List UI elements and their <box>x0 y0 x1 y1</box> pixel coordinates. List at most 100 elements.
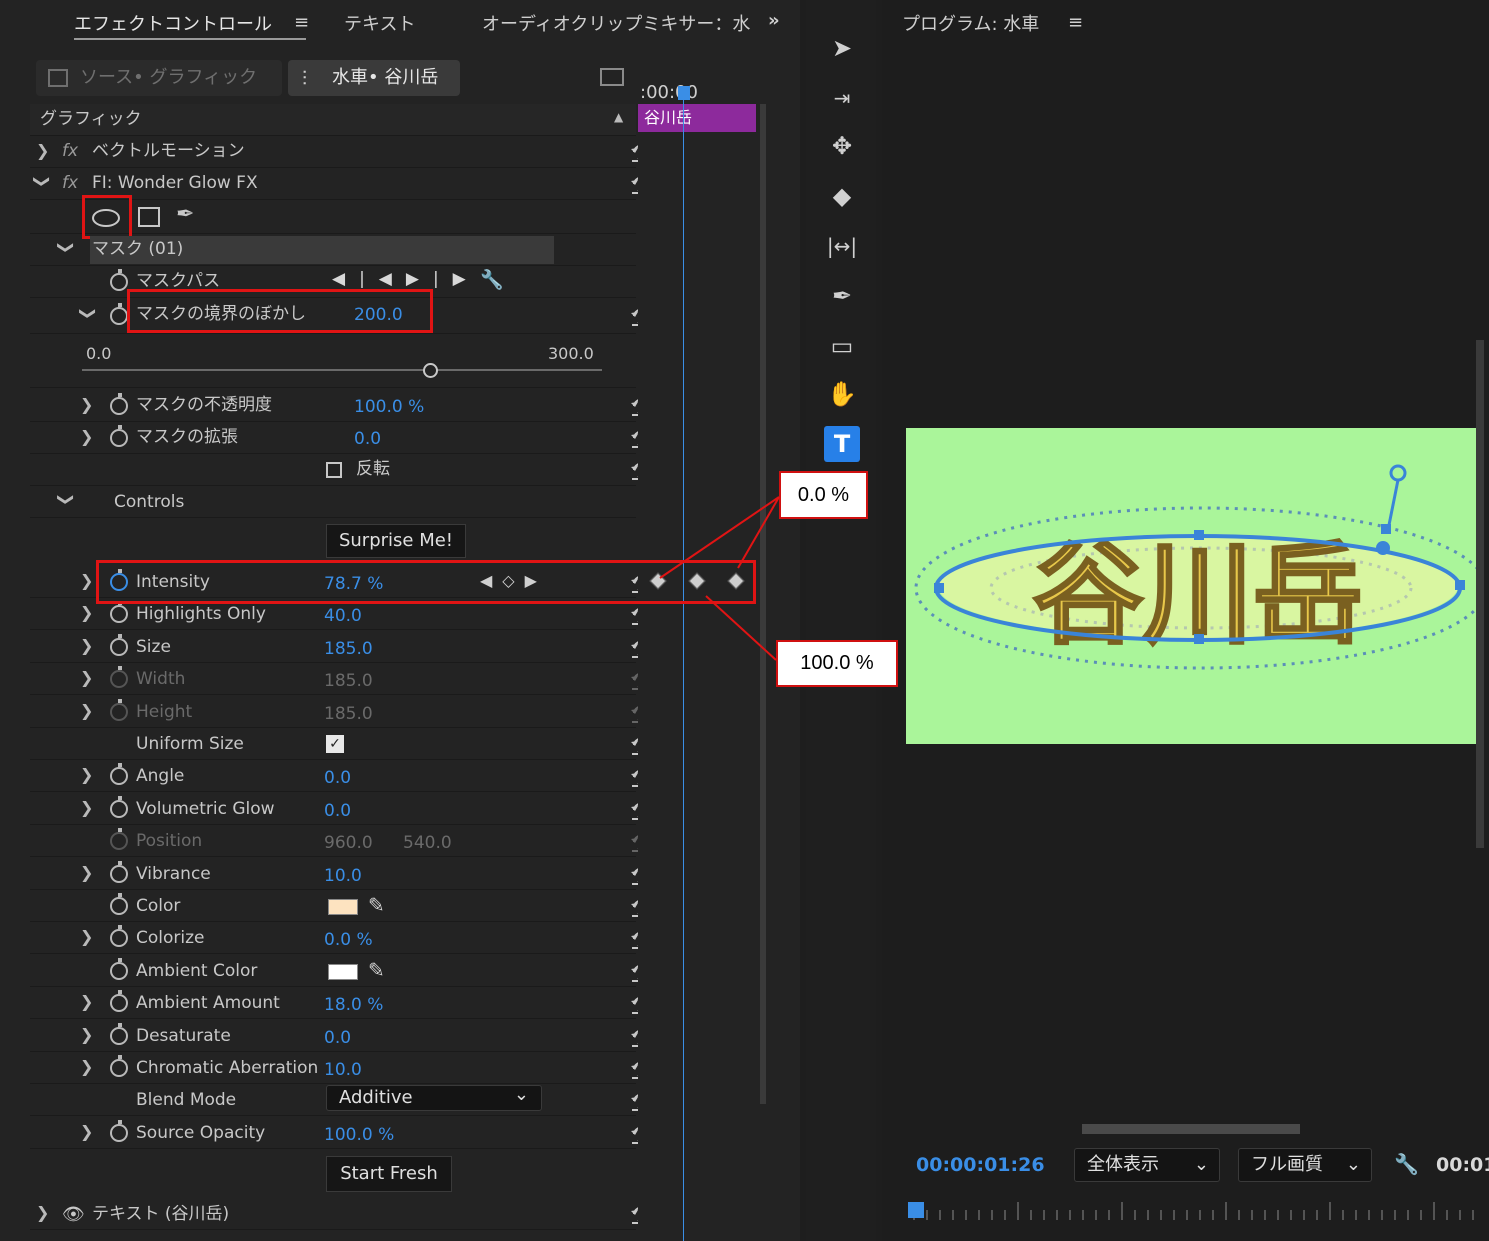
stopwatch-icon[interactable] <box>110 1055 128 1077</box>
param-value[interactable]: 10.0 <box>324 866 362 886</box>
chevron-down-icon[interactable]: ❯ <box>57 493 76 506</box>
chevron-right-icon[interactable]: ❯ <box>80 395 93 414</box>
stopwatch-icon[interactable] <box>110 828 128 850</box>
chevron-right-icon[interactable]: ❯ <box>36 1203 49 1222</box>
source-graphic-button[interactable]: ソース• グラフィック <box>36 60 282 96</box>
chevron-right-icon[interactable]: ❯ <box>80 668 93 687</box>
uniform-size-checkbox[interactable]: ✓ <box>326 735 344 753</box>
stopwatch-icon[interactable] <box>110 425 128 447</box>
mask-name[interactable]: マスク (01) <box>92 239 183 259</box>
chevron-down-icon[interactable]: ❯ <box>79 307 98 320</box>
chevron-right-icon[interactable]: ❯ <box>36 141 49 160</box>
eye-icon[interactable]: 👁 <box>62 1204 85 1225</box>
stopwatch-icon[interactable] <box>110 763 128 785</box>
chevron-right-icon[interactable]: ❯ <box>80 927 93 946</box>
param-value[interactable]: 40.0 <box>324 606 362 626</box>
program-time-ruler[interactable] <box>906 1200 1486 1224</box>
param-value[interactable]: 18.0 % <box>324 995 383 1015</box>
fx-icon[interactable]: fx <box>62 173 78 193</box>
stopwatch-icon[interactable] <box>110 634 128 656</box>
slider-thumb[interactable] <box>423 363 438 378</box>
param-value[interactable]: 0.0 <box>324 1028 351 1048</box>
start-fresh-button[interactable]: Start Fresh <box>326 1156 452 1192</box>
param-value[interactable]: 0.0 <box>324 801 351 821</box>
param-value[interactable]: 0.0 % <box>324 930 373 950</box>
rect-mask-icon[interactable] <box>138 207 160 227</box>
wrench-icon[interactable]: 🔧 <box>480 268 504 291</box>
chevron-down-icon[interactable]: ❯ <box>33 175 52 188</box>
chevron-right-icon[interactable]: ❯ <box>80 765 93 784</box>
param-value[interactable]: 10.0 <box>324 1060 362 1080</box>
chevron-right-icon[interactable]: ❯ <box>80 603 93 622</box>
chevron-right-icon[interactable]: ❯ <box>80 571 93 590</box>
param-value-2[interactable]: 540.0 <box>403 833 452 853</box>
chevron-right-icon[interactable]: ❯ <box>80 1122 93 1141</box>
chevron-right-icon[interactable]: ❯ <box>80 636 93 655</box>
color-swatch[interactable] <box>328 899 358 915</box>
param-value[interactable]: 960.0 <box>324 833 373 853</box>
collapse-up-icon[interactable]: ▲ <box>614 110 623 124</box>
clip-select-button[interactable]: ⫶ 水車• 谷川岳 <box>288 60 460 96</box>
stopwatch-icon[interactable] <box>110 990 128 1012</box>
chevron-right-icon[interactable]: ❯ <box>80 798 93 817</box>
controls-row[interactable]: ❯ Controls <box>30 486 636 518</box>
razor-icon[interactable]: ◆ <box>824 178 860 214</box>
playhead-marker[interactable] <box>908 1202 924 1218</box>
pen-mask-icon[interactable]: ✒ <box>176 202 194 227</box>
slip-icon[interactable]: |↔| <box>824 228 860 264</box>
toggle-timeline-icon[interactable] <box>600 68 624 86</box>
effect-row-vector-motion[interactable]: ❯ fx ベクトルモーション <box>30 136 656 168</box>
invert-checkbox[interactable] <box>326 462 342 478</box>
menu-icon[interactable]: ≡ <box>294 12 309 33</box>
type-tool-icon[interactable]: T <box>824 426 860 462</box>
stopwatch-icon[interactable] <box>110 925 128 947</box>
stopwatch-icon[interactable] <box>110 958 128 980</box>
wrench-icon[interactable]: 🔧 <box>1394 1152 1419 1176</box>
blend-mode-dropdown[interactable]: Additive ⌄ <box>326 1084 542 1111</box>
chevron-right-icon[interactable]: ❯ <box>80 992 93 1011</box>
mask-row[interactable]: ❯ マスク (01) <box>30 234 636 266</box>
slider-track[interactable] <box>82 369 602 371</box>
param-value[interactable]: 185.0 <box>324 704 373 724</box>
text-layer-row[interactable]: ❯ 👁 テキスト (谷川岳) <box>30 1198 656 1230</box>
stopwatch-icon[interactable] <box>110 893 128 915</box>
selection-arrow-icon[interactable]: ➤ <box>824 30 860 66</box>
chevron-down-icon[interactable]: ❯ <box>57 241 76 254</box>
stopwatch-icon[interactable] <box>110 1023 128 1045</box>
playhead-handle[interactable] <box>678 86 690 100</box>
stopwatch-icon[interactable] <box>110 269 128 291</box>
hand-icon[interactable]: ✋ <box>824 376 860 412</box>
monitor-scrollbar[interactable] <box>1476 340 1484 848</box>
stopwatch-icon[interactable] <box>110 861 128 883</box>
tab-text[interactable]: テキスト <box>344 10 415 36</box>
param-value[interactable]: 100.0 % <box>324 1125 394 1145</box>
tab-effect-controls[interactable]: エフェクトコントロール <box>74 10 272 36</box>
chevron-right-icon[interactable]: ❯ <box>80 863 93 882</box>
rectangle-icon[interactable]: ▭ <box>824 328 860 364</box>
zoom-scrollbar[interactable] <box>1082 1124 1300 1134</box>
timeline-scrollbar[interactable] <box>760 104 766 1104</box>
stopwatch-icon[interactable] <box>110 666 128 688</box>
color-swatch[interactable] <box>328 964 358 980</box>
quality-dropdown[interactable]: フル画質 ⌄ <box>1238 1148 1372 1182</box>
eyedropper-icon[interactable]: ✎ <box>368 958 385 982</box>
stopwatch-icon[interactable] <box>110 796 128 818</box>
overflow-chevrons-icon[interactable]: » <box>768 10 780 31</box>
stopwatch-icon[interactable] <box>110 699 128 721</box>
chevron-right-icon[interactable]: ❯ <box>80 701 93 720</box>
param-value[interactable]: 0.0 <box>354 429 381 449</box>
ripple-edit-icon[interactable]: ✥ <box>824 128 860 164</box>
stopwatch-icon[interactable] <box>110 303 128 325</box>
fx-icon[interactable]: fx <box>62 141 78 161</box>
video-preview[interactable]: 谷川岳 <box>906 428 1476 744</box>
tab-audio-mixer[interactable]: オーディオクリップミキサー：水 <box>482 10 750 36</box>
chevron-right-icon[interactable]: ❯ <box>80 1025 93 1044</box>
timeline-clip[interactable]: 谷川岳 <box>638 104 756 132</box>
fit-dropdown[interactable]: 全体表示 ⌄ <box>1074 1148 1220 1182</box>
track-select-icon[interactable]: ⇥ <box>824 80 860 116</box>
effect-timeline[interactable]: :00:00 谷川岳 <box>638 48 766 1241</box>
eyedropper-icon[interactable]: ✎ <box>368 893 385 917</box>
param-value[interactable]: 185.0 <box>324 671 373 691</box>
param-value[interactable]: 100.0 % <box>354 397 424 417</box>
param-value[interactable]: 0.0 <box>324 768 351 788</box>
